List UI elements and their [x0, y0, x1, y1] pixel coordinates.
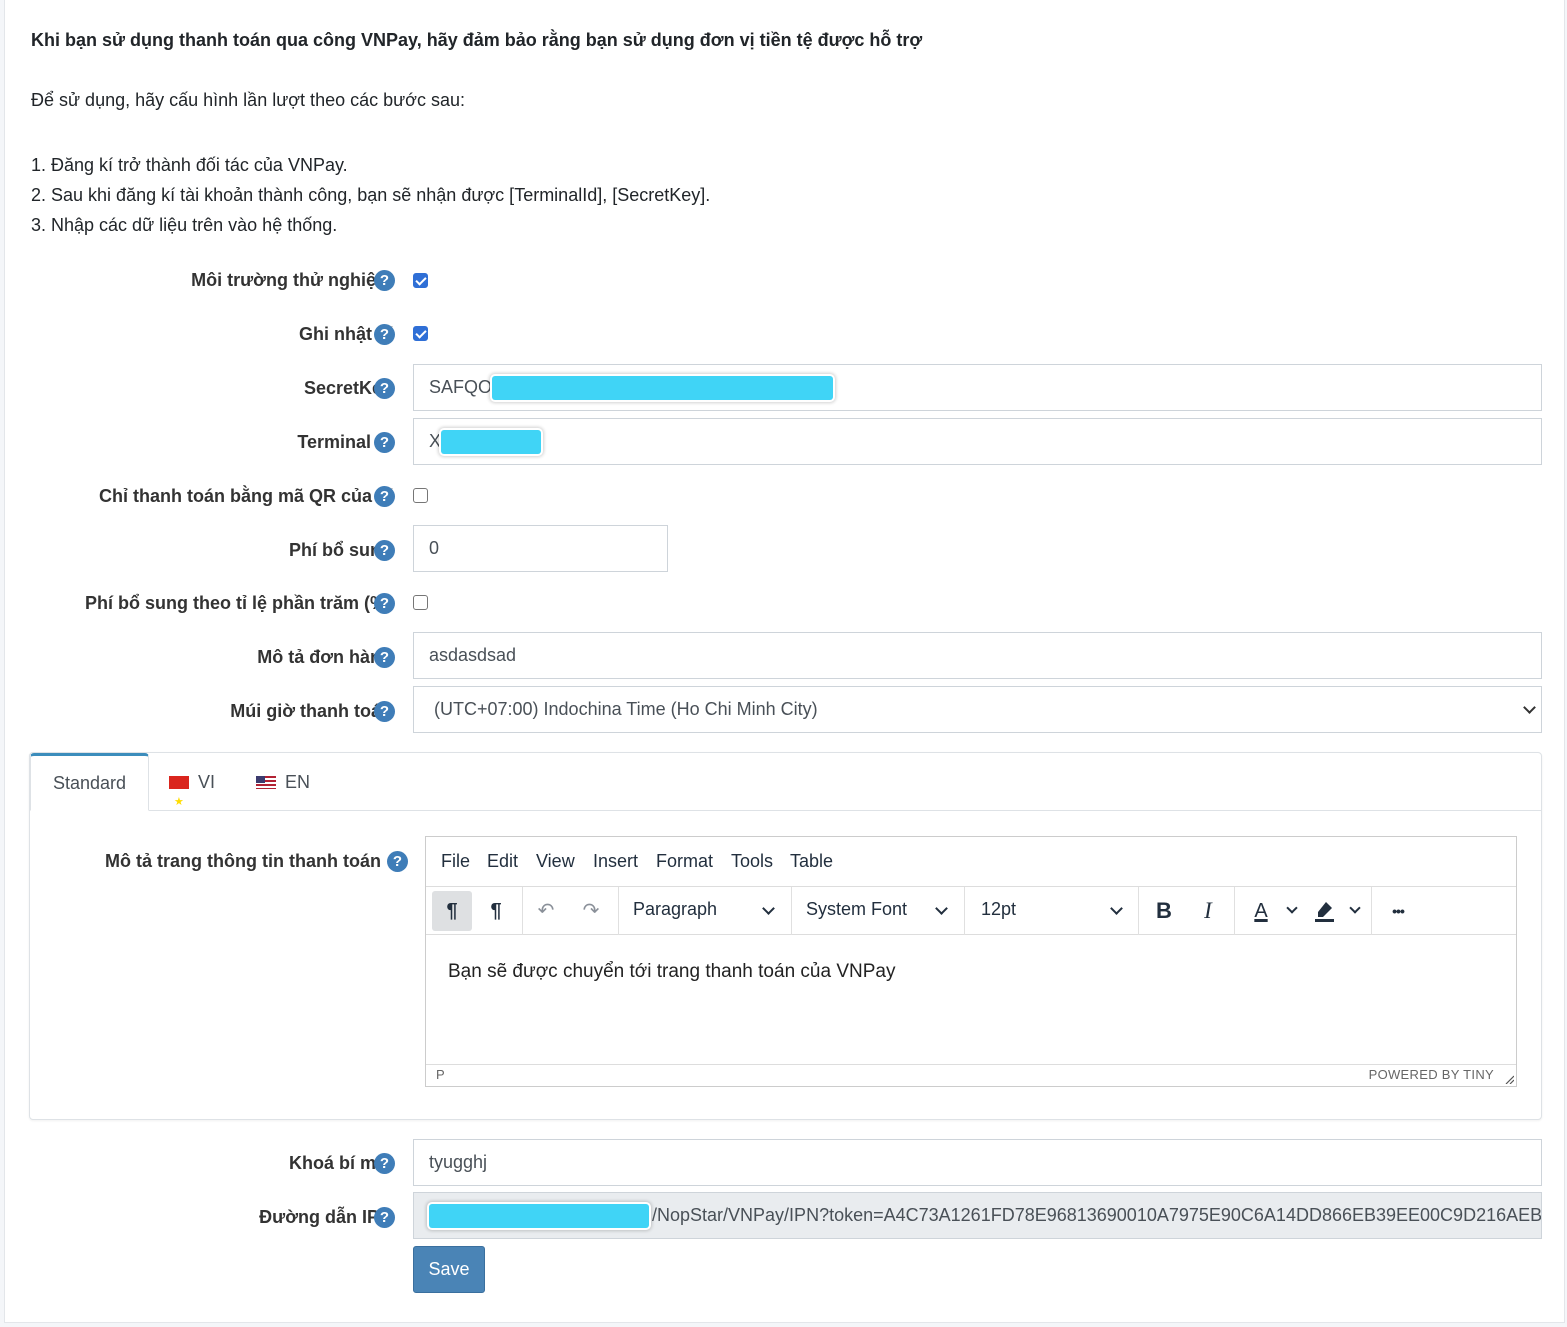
- tab-en-label: EN: [285, 772, 311, 792]
- editor-toolbar: ¶ ¶ ↶ ↷ Paragraph System Font 12pt B I A: [426, 887, 1516, 935]
- sandbox-help-icon[interactable]: ?: [374, 270, 395, 291]
- chevron-down-icon: [762, 902, 775, 915]
- editor-menubar: File Edit View Insert Format Tools Table: [426, 837, 1516, 887]
- redaction-mask: [492, 376, 834, 401]
- steps-list: 1. Đăng kí trở thành đối tác của VNPay. …: [31, 150, 710, 240]
- ipn-url-help-icon[interactable]: ?: [374, 1207, 395, 1228]
- fee-percent-checkbox[interactable]: [413, 595, 428, 610]
- rich-text-editor: File Edit View Insert Format Tools Table…: [425, 836, 1517, 1087]
- text-color-icon[interactable]: A: [1241, 891, 1281, 931]
- payment-info-label: Mô tả trang thông tin thanh toán: [105, 851, 381, 871]
- toolbar-divider: [964, 887, 965, 935]
- italic-icon[interactable]: I: [1188, 891, 1228, 931]
- order-description-input[interactable]: asdasdsad: [413, 632, 1542, 679]
- redaction-mask: [441, 430, 542, 455]
- secret-key2-help-icon[interactable]: ?: [374, 1153, 395, 1174]
- redo-icon[interactable]: ↷: [571, 891, 611, 931]
- timezone-help-icon[interactable]: ?: [374, 701, 395, 722]
- usa-flag-icon: [256, 776, 276, 789]
- highlight-color-icon[interactable]: [1304, 891, 1344, 931]
- instructions-text: Để sử dụng, hãy cấu hình lần lượt theo c…: [31, 90, 465, 110]
- toolbar-divider: [1138, 887, 1139, 935]
- marker-icon: [1315, 902, 1334, 922]
- currency-notice: Khi bạn sử dụng thanh toán qua công VNPa…: [31, 30, 923, 50]
- sandbox-checkbox[interactable]: [413, 273, 428, 288]
- qr-only-checkbox[interactable]: [413, 488, 428, 503]
- undo-icon[interactable]: ↶: [526, 891, 566, 931]
- order-description-help-icon[interactable]: ?: [374, 647, 395, 668]
- editor-content[interactable]: Bạn sẽ được chuyển tới trang thanh toán …: [448, 961, 895, 983]
- additional-fee-input[interactable]: 0: [413, 525, 668, 572]
- toolbar-divider: [618, 887, 619, 935]
- step-1: 1. Đăng kí trở thành đối tác của VNPay.: [31, 155, 348, 175]
- toolbar-divider: [522, 887, 523, 935]
- terminal-id-input[interactable]: X: [413, 418, 1542, 465]
- toolbar-divider: [791, 887, 792, 935]
- editor-statusbar: P POWERED BY TINY: [426, 1064, 1516, 1086]
- ipn-url-input[interactable]: /NopStar/VNPay/IPN?token=A4C73A1261FD78E…: [413, 1192, 1542, 1239]
- menu-view[interactable]: View: [536, 851, 575, 872]
- vietnam-flag-icon: [169, 773, 189, 831]
- toolbar-divider: [1234, 887, 1235, 935]
- order-description-label: Mô tả đơn hàng: [257, 647, 392, 667]
- menu-tools[interactable]: Tools: [731, 851, 773, 872]
- ipn-url-label: Đường dẫn IPN: [259, 1207, 392, 1227]
- rtl-direction-icon[interactable]: ¶: [476, 891, 516, 931]
- secret-key-value: SAFQO: [429, 377, 493, 397]
- tab-en[interactable]: EN: [256, 753, 310, 811]
- menu-file[interactable]: File: [441, 851, 470, 872]
- element-path[interactable]: P: [436, 1065, 445, 1085]
- chevron-down-icon: [935, 902, 948, 915]
- tab-vi-label: VI: [198, 772, 216, 792]
- tab-vi[interactable]: VI: [169, 753, 216, 831]
- step-2: 2. Sau khi đăng kí tài khoản thành công,…: [31, 185, 711, 205]
- config-card: Khi bạn sử dụng thanh toán qua công VNPa…: [4, 0, 1565, 1323]
- font-size-select[interactable]: 12pt: [981, 899, 1016, 920]
- localized-tabs-card: Standard VI EN Mô tả trang thông tin tha…: [29, 752, 1542, 1120]
- secret-key-input[interactable]: SAFQO: [413, 364, 1542, 411]
- bold-icon[interactable]: B: [1144, 891, 1184, 931]
- menu-insert[interactable]: Insert: [593, 851, 638, 872]
- fee-percent-help-icon[interactable]: ?: [374, 593, 395, 614]
- additional-fee-help-icon[interactable]: ?: [374, 540, 395, 561]
- timezone-select[interactable]: (UTC+07:00) Indochina Time (Ho Chi Minh …: [413, 686, 1542, 733]
- tiny-branding[interactable]: POWERED BY TINY: [1369, 1065, 1494, 1085]
- chevron-down-icon: [1110, 902, 1123, 915]
- ipn-url-value: /NopStar/VNPay/IPN?token=A4C73A1261FD78E…: [652, 1205, 1542, 1225]
- qr-only-help-icon[interactable]: ?: [374, 486, 395, 507]
- timezone-label: Múi giờ thanh toán: [230, 701, 392, 721]
- sandbox-label: Môi trường thử nghiệm: [191, 270, 392, 290]
- language-tabs: Standard VI EN: [30, 753, 1541, 831]
- payment-info-help-icon[interactable]: ?: [387, 851, 408, 872]
- chevron-down-icon: [1523, 701, 1536, 714]
- redaction-mask: [429, 1204, 649, 1229]
- secret-key-help-icon[interactable]: ?: [374, 378, 395, 399]
- step-3: 3. Nhập các dữ liệu trên vào hệ thống.: [31, 215, 338, 235]
- chevron-down-icon: [1349, 902, 1361, 914]
- terminal-id-help-icon[interactable]: ?: [374, 432, 395, 453]
- font-family-select[interactable]: System Font: [806, 899, 907, 920]
- more-icon[interactable]: •••: [1378, 891, 1418, 931]
- secret-key2-input[interactable]: tyugghj: [413, 1139, 1542, 1186]
- menu-format[interactable]: Format: [656, 851, 713, 872]
- timezone-selected-value: (UTC+07:00) Indochina Time (Ho Chi Minh …: [434, 699, 818, 719]
- tab-standard[interactable]: Standard: [30, 753, 149, 811]
- fee-percent-label: Phí bổ sung theo tỉ lệ phần trăm (%): [84, 593, 392, 613]
- chevron-down-icon: [1286, 902, 1298, 914]
- logging-checkbox[interactable]: [413, 326, 428, 341]
- menu-edit[interactable]: Edit: [487, 851, 518, 872]
- ltr-direction-icon[interactable]: ¶: [432, 891, 472, 931]
- qr-only-label: Chỉ thanh toán bằng mã QR của ví: [98, 486, 392, 506]
- block-format-select[interactable]: Paragraph: [633, 899, 717, 920]
- terminal-id-value: X: [429, 431, 442, 451]
- menu-table[interactable]: Table: [790, 851, 833, 872]
- save-button[interactable]: Save: [413, 1246, 485, 1293]
- logging-help-icon[interactable]: ?: [374, 324, 395, 345]
- toolbar-divider: [1371, 887, 1372, 935]
- resize-handle-icon[interactable]: [1504, 1074, 1514, 1084]
